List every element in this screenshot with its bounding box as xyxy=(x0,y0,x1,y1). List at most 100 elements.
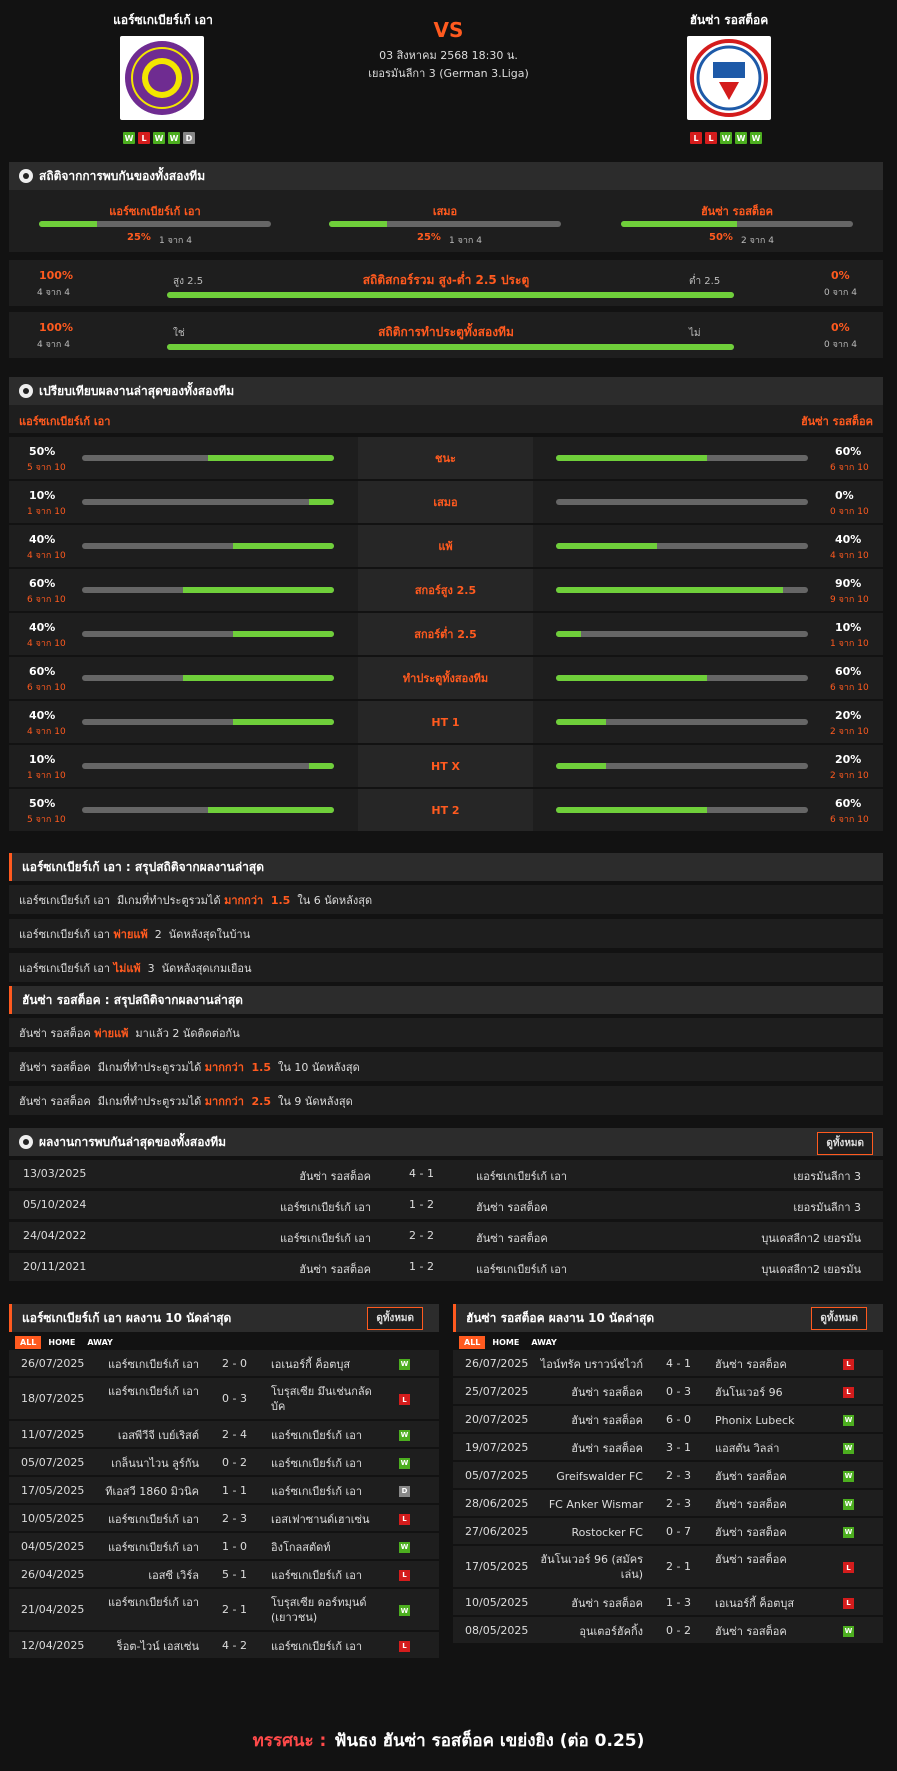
compare-home-sub: 5 จาก 10 xyxy=(27,463,66,473)
match-home[interactable]: เอสพีวีจี เบย์เริสต์ xyxy=(89,1428,199,1443)
match-home[interactable]: ฮันซ่า รอสต็อค xyxy=(533,1385,643,1400)
match-away[interactable]: แอร์ซเกเบียร์เก้ เอา xyxy=(271,1456,376,1471)
away-last10-row[interactable]: 08/05/2025 อุนเตอร์ฮัคกิ้ง 0 - 2 ฮันซ่า รอส… xyxy=(453,1617,883,1644)
bar-fill xyxy=(308,499,334,505)
match-home[interactable]: ฮันซ่า รอสต็อค xyxy=(299,1167,371,1185)
match-away[interactable]: ฮันซ่า รอสต็อค xyxy=(715,1357,820,1372)
home-last10-row[interactable]: 17/05/2025 ทีเอสวี 1860 มิวนิค 1 - 1 แอร์ซเ… xyxy=(9,1477,439,1504)
away-last10-view-all-button[interactable]: ดูทั้งหมด xyxy=(811,1307,867,1330)
away-last10-row[interactable]: 27/06/2025 Rostocker FC 0 - 7 ฮันซ่า รอสต็อ… xyxy=(453,1518,883,1545)
match-home[interactable]: แอร์ซเกเบียร์เก้ เอา xyxy=(280,1198,371,1216)
home-last10-tabs: ALL HOME AWAY xyxy=(15,1335,120,1349)
home-last10-row[interactable]: 26/07/2025 แอร์ซเกเบียร์เก้ เอา 2 - 0 เอเนอ… xyxy=(9,1350,439,1377)
match-away[interactable]: ฮันซ่า รอสต็อค xyxy=(715,1525,820,1540)
away-last10-row[interactable]: 20/07/2025 ฮันซ่า รอสต็อค 6 - 0 Phonix Lube… xyxy=(453,1406,883,1433)
h2h-match-row[interactable]: 20/11/2021 ฮันซ่า รอสต็อค 1 - 2 แอร์ซเกเบีย… xyxy=(9,1253,883,1281)
match-away[interactable]: อิงโกลสตัดท์ xyxy=(271,1540,376,1555)
away-last10-row[interactable]: 19/07/2025 ฮันซ่า รอสต็อค 3 - 1 แอสตัน วิลล… xyxy=(453,1434,883,1461)
match-away[interactable]: เอเนอร์กี้ ค็อตบุส xyxy=(715,1596,820,1611)
match-away[interactable]: ฮันซ่า รอสต็อค xyxy=(715,1624,820,1639)
match-home[interactable]: ฮันซ่า รอสต็อค xyxy=(533,1413,643,1428)
match-home[interactable]: เกล็นนาไวน ลูร์กัน xyxy=(89,1456,199,1471)
h2h-results-header: ผลงานการพบกันล่าสุดของทั้งสองทีม ดูทั้งหม… xyxy=(9,1128,883,1156)
filter-tab-away[interactable]: AWAY xyxy=(526,1336,562,1349)
home-last10-row[interactable]: 10/05/2025 แอร์ซเกเบียร์เก้ เอา 2 - 3 เอสเฟ… xyxy=(9,1505,439,1532)
away-last10-row[interactable]: 17/05/2025 ฮันโนเวอร์ 96 (สมัครเล่น) 2 - 1… xyxy=(453,1546,883,1588)
match-home[interactable]: อุนเตอร์ฮัคกิ้ง xyxy=(533,1624,643,1639)
h2h-match-row[interactable]: 13/03/2025 ฮันซ่า รอสต็อค 4 - 1 แอร์ซเกเบีย… xyxy=(9,1160,883,1188)
form-badge: W xyxy=(123,132,135,144)
match-home[interactable]: ฮันซ่า รอสต็อค xyxy=(533,1596,643,1611)
h2h-match-row[interactable]: 24/04/2022 แอร์ซเกเบียร์เก้ เอา 2 - 2 ฮันซ่… xyxy=(9,1222,883,1250)
match-home[interactable]: ฮันซ่า รอสต็อค xyxy=(533,1441,643,1456)
match-home[interactable]: แอร์ซเกเบียร์เก้ เอา xyxy=(89,1357,199,1372)
result-badge: W xyxy=(843,1526,854,1538)
compare-away-name[interactable]: ฮันซ่า รอสต็อค xyxy=(801,412,873,430)
match-home[interactable]: เอสซี เวิร์ล xyxy=(89,1568,199,1583)
filter-tab-home[interactable]: HOME xyxy=(43,1336,80,1349)
match-home[interactable]: แอร์ซเกเบียร์เก้ เอา xyxy=(89,1595,199,1610)
away-last10-row[interactable]: 05/07/2025 Greifswalder FC 2 - 3 ฮันซ่า รอส… xyxy=(453,1462,883,1489)
filter-tab-all[interactable]: ALL xyxy=(459,1336,486,1349)
home-last10-row[interactable]: 11/07/2025 เอสพีวีจี เบย์เริสต์ 2 - 4 แอร์ซ… xyxy=(9,1421,439,1448)
away-last10-row[interactable]: 10/05/2025 ฮันซ่า รอสต็อค 1 - 3 เอเนอร์กี้ … xyxy=(453,1589,883,1616)
home-last10-row[interactable]: 21/04/2025 แอร์ซเกเบียร์เก้ เอา 2 - 1 โบรุส… xyxy=(9,1589,439,1631)
bar-fill xyxy=(556,631,582,637)
match-away[interactable]: ฮันซ่า รอสต็อค xyxy=(476,1198,548,1216)
match-away[interactable]: แอสตัน วิลล่า xyxy=(715,1441,820,1456)
match-home[interactable]: แอร์ซเกเบียร์เก้ เอา xyxy=(280,1229,371,1247)
h2h-view-all-button[interactable]: ดูทั้งหมด xyxy=(817,1132,873,1155)
match-away[interactable]: Phonix Lubeck xyxy=(715,1413,820,1428)
match-date: 10/05/2025 xyxy=(21,1511,85,1525)
home-last10-row[interactable]: 26/04/2025 เอสซี เวิร์ล 5 - 1 แอร์ซเกเบียร์… xyxy=(9,1561,439,1588)
match-away[interactable]: แอร์ซเกเบียร์เก้ เอา xyxy=(271,1484,376,1499)
match-away[interactable]: แอร์ซเกเบียร์เก้ เอา xyxy=(271,1568,376,1583)
match-home[interactable]: ฮันซ่า รอสต็อค xyxy=(299,1260,371,1278)
home-last10-row[interactable]: 12/04/2025 ร็อต-ไวน์ เอสเซ่น 4 - 2 แอร์ซเกเ… xyxy=(9,1632,439,1659)
filter-tab-home[interactable]: HOME xyxy=(487,1336,524,1349)
compare-home-sub: 4 จาก 10 xyxy=(27,551,66,561)
match-home[interactable]: ไอน์ทรัค บราวน์ชไวก์ xyxy=(533,1357,643,1372)
filter-tab-away[interactable]: AWAY xyxy=(82,1336,118,1349)
match-home[interactable]: Greifswalder FC xyxy=(533,1469,643,1484)
match-home[interactable]: ฮันโนเวอร์ 96 (สมัครเล่น) xyxy=(533,1552,643,1582)
home-last10-row[interactable]: 18/07/2025 แอร์ซเกเบียร์เก้ เอา 0 - 3 โบรุส… xyxy=(9,1378,439,1420)
h2h-match-row[interactable]: 05/10/2024 แอร์ซเกเบียร์เก้ เอา 1 - 2 ฮันซ่… xyxy=(9,1191,883,1219)
match-away[interactable]: โบรุสเซีย มึนเช่นกลัดบัค xyxy=(271,1384,376,1414)
compare-away-bar xyxy=(556,631,808,637)
match-date: 04/05/2025 xyxy=(21,1539,85,1553)
compare-home-pct: 10% xyxy=(29,489,56,502)
match-home[interactable]: แอร์ซเกเบียร์เก้ เอา xyxy=(89,1540,199,1555)
compare-home-name[interactable]: แอร์ซเกเบียร์เก้ เอา xyxy=(19,412,110,430)
away-last10-row[interactable]: 26/07/2025 ไอน์ทรัค บราวน์ชไวก์ 4 - 1 ฮันซ่… xyxy=(453,1350,883,1377)
match-home[interactable]: FC Anker Wismar xyxy=(533,1497,643,1512)
bar-fill xyxy=(556,763,607,769)
match-away[interactable]: ฮันซ่า รอสต็อค xyxy=(476,1229,548,1247)
match-away[interactable]: แอร์ซเกเบียร์เก้ เอา xyxy=(476,1167,567,1185)
away-team-logo[interactable] xyxy=(687,36,771,120)
away-last10-row[interactable]: 25/07/2025 ฮันซ่า รอสต็อค 0 - 3 ฮันโนเวอร์ … xyxy=(453,1378,883,1405)
match-away[interactable]: ฮันซ่า รอสต็อค xyxy=(715,1497,820,1512)
match-away[interactable]: แอร์ซเกเบียร์เก้ เอา xyxy=(271,1428,376,1443)
match-home[interactable]: ทีเอสวี 1860 มิวนิค xyxy=(89,1484,199,1499)
match-home[interactable]: ร็อต-ไวน์ เอสเซ่น xyxy=(89,1639,199,1654)
compare-team-row: แอร์ซเกเบียร์เก้ เอา ฮันซ่า รอสต็อค xyxy=(9,405,883,433)
match-home[interactable]: แอร์ซเกเบียร์เก้ เอา xyxy=(89,1384,199,1399)
away-last10-row[interactable]: 28/06/2025 FC Anker Wismar 2 - 3 ฮันซ่า รอส… xyxy=(453,1490,883,1517)
home-last10-row[interactable]: 05/07/2025 เกล็นนาไวน ลูร์กัน 0 - 2 แอร์ซเก… xyxy=(9,1449,439,1476)
match-away[interactable]: ฮันโนเวอร์ 96 xyxy=(715,1385,820,1400)
home-team-logo[interactable] xyxy=(120,36,204,120)
match-away[interactable]: ฮันซ่า รอสต็อค xyxy=(715,1469,820,1484)
match-away[interactable]: เอเนอร์กี้ ค็อตบุส xyxy=(271,1357,376,1372)
match-away[interactable]: โบรุสเซีย ดอร์ทมุนด์ (เยาวชน) xyxy=(271,1595,376,1625)
match-home[interactable]: Rostocker FC xyxy=(533,1525,643,1540)
ratio-right-pct: 0% xyxy=(831,269,850,282)
filter-tab-all[interactable]: ALL xyxy=(15,1336,42,1349)
match-away[interactable]: แอร์ซเกเบียร์เก้ เอา xyxy=(271,1639,376,1654)
match-home[interactable]: แอร์ซเกเบียร์เก้ เอา xyxy=(89,1512,199,1527)
home-last10-view-all-button[interactable]: ดูทั้งหมด xyxy=(367,1307,423,1330)
match-away[interactable]: ฮันซ่า รอสต็อค xyxy=(715,1552,820,1567)
home-last10-row[interactable]: 04/05/2025 แอร์ซเกเบียร์เก้ เอา 1 - 0 อิงโก… xyxy=(9,1533,439,1560)
match-away[interactable]: แอร์ซเกเบียร์เก้ เอา xyxy=(476,1260,567,1278)
match-away[interactable]: เอสเฟาซานด์เฮาเซ่น xyxy=(271,1512,376,1527)
